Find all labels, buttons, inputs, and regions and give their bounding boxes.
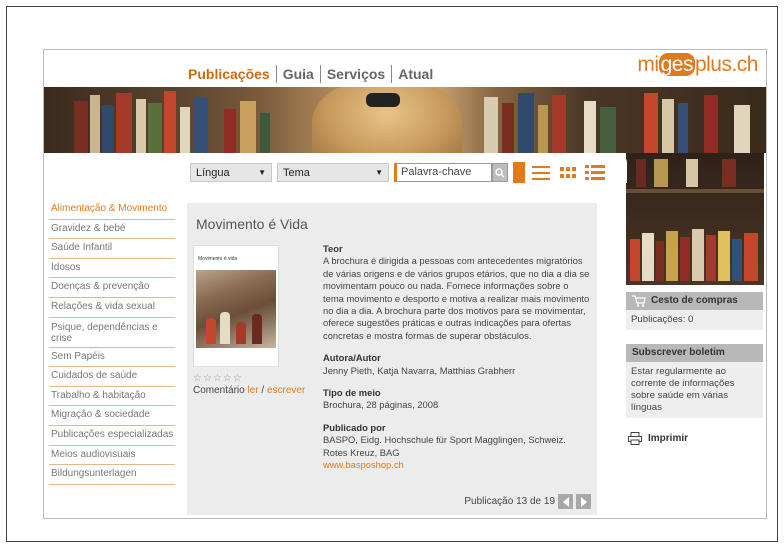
- chevron-right-icon: [580, 496, 587, 507]
- publication-details: Teor A brochura é dirigida a pessoas com…: [323, 243, 591, 482]
- nav-publicacoes[interactable]: Publicações: [188, 66, 276, 82]
- newsletter-header[interactable]: Subscrever boletim: [626, 344, 763, 362]
- theme-select-label: Tema: [283, 166, 310, 179]
- publication-detail: Movimento é Vida Movimento é vida ☆☆☆☆☆ …: [187, 203, 597, 515]
- media-type-text: Brochura, 28 páginas, 2008: [323, 399, 439, 411]
- previous-button[interactable]: [558, 494, 573, 509]
- nav-guia[interactable]: Guia: [277, 66, 320, 82]
- cart-title: Cesto de compras: [651, 295, 738, 306]
- comment-separator: /: [261, 385, 265, 396]
- comment-read-link[interactable]: ler: [247, 385, 258, 396]
- sidebar-item-trabalho[interactable]: Trabalho & habitação: [49, 387, 175, 407]
- site-logo[interactable]: migesplus.ch: [637, 53, 759, 77]
- view-detail-button[interactable]: [584, 162, 606, 183]
- sidebar-item-meios[interactable]: Meios audiovisuais: [49, 446, 175, 466]
- sidebar-item-relacoes[interactable]: Relações & vida sexual: [49, 298, 175, 318]
- grid-view-icon: [560, 166, 576, 178]
- cart-count: Publicações: 0: [631, 314, 694, 325]
- publisher-link[interactable]: www.basposhop.ch: [323, 459, 591, 471]
- sidebar-item-idosos[interactable]: Idosos: [49, 259, 175, 279]
- filter-bar: Língua ▼ Tema ▼ Palavra-chave: [190, 162, 606, 183]
- search-icon: [495, 167, 505, 178]
- sidebar-item-gravidez[interactable]: Gravidez & bebé: [49, 220, 175, 240]
- publisher-text: BASPO, Eidg. Hochschule für Sport Maggli…: [323, 434, 566, 458]
- teor-text: A brochura é dirigida a pessoas com ante…: [323, 255, 590, 341]
- publication-title: Movimento é Vida: [196, 216, 308, 232]
- page-container: Publicações Guia Serviços Atual migesplu…: [43, 49, 767, 519]
- media-type-label: Tipo de meio: [323, 387, 381, 399]
- view-grid-button[interactable]: [557, 162, 579, 183]
- theme-select[interactable]: Tema ▼: [277, 163, 389, 182]
- search-button[interactable]: [492, 163, 508, 182]
- newsletter-title: Subscrever boletim: [632, 347, 725, 358]
- cover-title: Movimento é vida: [198, 256, 238, 262]
- language-select[interactable]: Língua ▼: [190, 163, 272, 182]
- side-bookshelf-image: [626, 153, 764, 285]
- print-label: Imprimir: [648, 433, 689, 444]
- sidebar-item-cuidados[interactable]: Cuidados de saúde: [49, 367, 175, 387]
- nav-servicos[interactable]: Serviços: [321, 66, 391, 82]
- cart-header[interactable]: Cesto de compras: [626, 292, 763, 310]
- chevron-down-icon: ▼: [258, 168, 266, 177]
- sidebar-item-psique[interactable]: Psique, dependências e crise: [49, 318, 175, 348]
- publisher-label: Publicado por: [323, 421, 386, 433]
- author-text: Jenny Pieth, Katja Navarra, Matthias Gra…: [323, 364, 516, 376]
- header-banner-image: [44, 87, 766, 153]
- pagination-text: Publicação 13 de 19: [464, 496, 555, 507]
- rating-stars[interactable]: ☆☆☆☆☆: [193, 373, 243, 384]
- language-select-label: Língua: [196, 166, 230, 179]
- nav-atual[interactable]: Atual: [392, 66, 439, 82]
- list-view-icon: [532, 165, 550, 180]
- printer-icon: [628, 432, 642, 445]
- next-button[interactable]: [576, 494, 591, 509]
- chevron-down-icon: ▼: [375, 168, 383, 177]
- newsletter-text: Estar regularmente ao corrente de inform…: [631, 366, 735, 413]
- teor-label: Teor: [323, 243, 343, 254]
- comment-label: Comentário: [193, 385, 245, 396]
- sidebar-item-alimentacao[interactable]: Alimentação & Movimento: [49, 200, 175, 220]
- keyword-search: Palavra-chave: [394, 163, 508, 182]
- main-nav: Publicações Guia Serviços Atual: [188, 65, 439, 83]
- pagination: Publicação 13 de 19: [464, 494, 591, 509]
- newsletter-box: Subscrever boletim Estar regularmente ao…: [626, 344, 763, 418]
- sidebar-item-migracao[interactable]: Migração & sociedade: [49, 406, 175, 426]
- logo-text-ges: ges: [658, 53, 695, 76]
- view-single-button[interactable]: [513, 162, 525, 183]
- browser-frame: Publicações Guia Serviços Atual migesplu…: [6, 6, 778, 542]
- publication-cover-image[interactable]: Movimento é vida: [193, 245, 279, 367]
- view-list-button[interactable]: [530, 162, 552, 183]
- logo-text-plus: plus.ch: [694, 53, 759, 76]
- keyword-input[interactable]: Palavra-chave: [394, 163, 492, 182]
- sidebar-item-bildung[interactable]: Bildungsunterlagen: [49, 465, 175, 485]
- category-sidebar: Alimentação & Movimento Gravidez & bebé …: [49, 200, 175, 485]
- sidebar-item-publicacoes-esp[interactable]: Publicações especializadas: [49, 426, 175, 446]
- comment-write-link[interactable]: escrever: [267, 385, 305, 396]
- sidebar-item-saude-infantil[interactable]: Saúde Infantil: [49, 239, 175, 259]
- logo-text-mi: mi: [637, 53, 659, 76]
- sidebar-item-sem-papeis[interactable]: Sem Papéis: [49, 348, 175, 368]
- print-button[interactable]: Imprimir: [628, 432, 688, 445]
- comment-links: Comentário ler / escrever: [193, 385, 305, 396]
- author-label: Autora/Autor: [323, 352, 381, 364]
- cart-icon: [632, 295, 646, 307]
- shopping-cart-box: Cesto de compras Publicações: 0: [626, 292, 763, 330]
- chevron-left-icon: [562, 496, 569, 507]
- detail-list-icon: [585, 164, 605, 180]
- sidebar-item-doencas[interactable]: Doenças & prevenção: [49, 278, 175, 298]
